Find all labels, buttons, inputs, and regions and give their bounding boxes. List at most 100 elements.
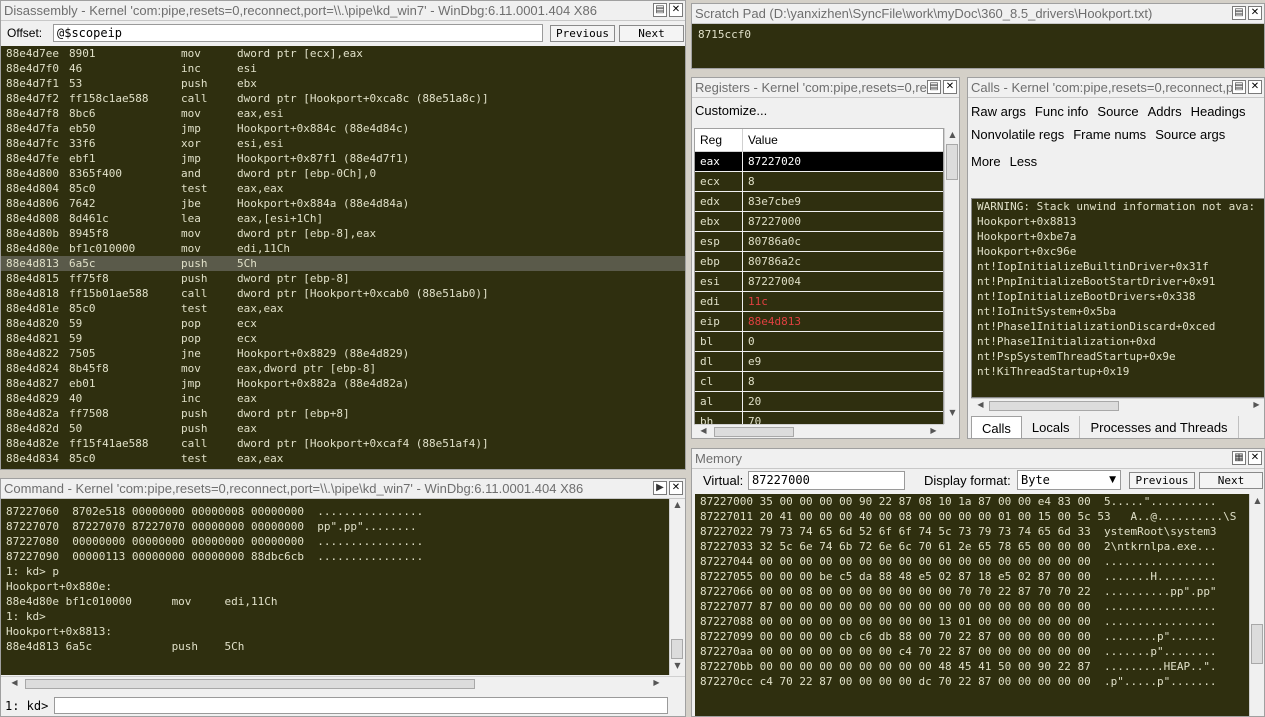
disassembly-titlebar[interactable]: Disassembly - Kernel 'com:pipe,resets=0,… — [1, 1, 685, 21]
command-hscrollbar[interactable]: ◀ ▶ — [1, 676, 685, 691]
memory-previous-button[interactable]: Previous — [1129, 472, 1195, 489]
memory-titlebar[interactable]: Memory ▦ ✕ — [692, 449, 1264, 469]
register-value[interactable]: e9 — [743, 352, 943, 371]
calls-hscrollbar[interactable]: ◀ ▶ — [971, 398, 1264, 413]
command-close-icon[interactable]: ✕ — [669, 481, 683, 495]
memory-vscroll-thumb[interactable] — [1251, 624, 1263, 664]
disasm-line[interactable]: 88e4d80b 8945f8 mov dword ptr [ebp-8],eax — [1, 226, 685, 241]
call-stack-frame[interactable]: nt!KiThreadStartup+0x19 — [972, 364, 1264, 379]
disasm-line[interactable]: 88e4d818 ff15b01ae588 call dword ptr [Hookp… — [1, 286, 685, 301]
col-value-header[interactable]: Value — [743, 129, 943, 151]
registers-vscrollbar[interactable]: ▲ ▼ — [944, 128, 959, 424]
calls-option-nonvolatile-regs[interactable]: Nonvolatile regs — [971, 127, 1064, 142]
tab-calls[interactable]: Calls — [971, 416, 1022, 438]
scroll-up-icon[interactable]: ▲ — [1250, 496, 1264, 505]
register-row[interactable]: esi 87227004 — [695, 272, 943, 292]
calls-option-raw-args[interactable]: Raw args — [971, 104, 1026, 119]
scroll-left-icon[interactable]: ◀ — [7, 678, 22, 687]
call-stack-frame[interactable]: nt!IopInitializeBuiltinDriver+0x31f — [972, 259, 1264, 274]
calls-option-headings[interactable]: Headings — [1191, 104, 1246, 119]
scratch-close-icon[interactable]: ✕ — [1248, 6, 1262, 20]
disasm-line[interactable]: 88e4d81e 85c0 test eax,eax — [1, 301, 685, 316]
call-stack-list[interactable]: WARNING: Stack unwind information not av… — [971, 198, 1264, 398]
register-row[interactable]: esp 80786a0c — [695, 232, 943, 252]
calls-option-frame-nums[interactable]: Frame nums — [1073, 127, 1146, 142]
disasm-line[interactable]: 88e4d815 ff75f8 push dword ptr [ebp-8] — [1, 271, 685, 286]
register-row[interactable]: eip 88e4d813 — [695, 312, 943, 332]
registers-customize-button[interactable]: Customize... — [695, 103, 767, 118]
calls-option-func-info[interactable]: Func info — [1035, 104, 1088, 119]
disasm-line[interactable]: 88e4d800 8365f400 and dword ptr [ebp-0Ch],0 — [1, 166, 685, 181]
call-stack-frame[interactable]: nt!IoInitSystem+0x5ba — [972, 304, 1264, 319]
command-vscrollbar[interactable]: ▲ ▼ — [669, 499, 684, 675]
scratch-content[interactable]: 8715ccf0 — [692, 24, 1264, 68]
memory-dump[interactable]: 87227000 35 00 00 00 00 90 22 87 08 10 1… — [695, 494, 1249, 716]
scroll-right-icon[interactable]: ▶ — [649, 678, 664, 687]
command-input[interactable] — [54, 697, 668, 714]
register-value[interactable]: 8 — [743, 372, 943, 391]
disasm-line[interactable]: 88e4d827 eb01 jmp Hookport+0x882a (88e4d82a… — [1, 376, 685, 391]
disassembly-menu-icon[interactable]: ▤ — [653, 3, 667, 17]
register-value[interactable]: 87227020 — [743, 152, 943, 171]
registers-close-icon[interactable]: ✕ — [943, 80, 957, 94]
register-row[interactable]: edx 83e7cbe9 — [695, 192, 943, 212]
disasm-line[interactable]: 88e4d7f0 46 inc esi — [1, 61, 685, 76]
disasm-line[interactable]: 88e4d7f1 53 push ebx — [1, 76, 685, 91]
disasm-line[interactable]: 88e4d7fa eb50 jmp Hookport+0x884c (88e4d84c… — [1, 121, 685, 136]
scroll-left-icon[interactable]: ◀ — [973, 400, 988, 409]
disasm-line[interactable]: 88e4d82a ff7508 push dword ptr [ebp+8] — [1, 406, 685, 421]
register-value[interactable]: 80786a2c — [743, 252, 943, 271]
registers-hscroll-thumb[interactable] — [714, 427, 794, 437]
chevron-down-icon[interactable]: ▼ — [1109, 471, 1116, 489]
scratch-titlebar[interactable]: Scratch Pad (D:\yanxizhen\SyncFile\work\… — [692, 4, 1264, 24]
calls-option-more[interactable]: More — [971, 154, 1001, 169]
call-stack-frame[interactable]: nt!Phase1Initialization+0xd — [972, 334, 1264, 349]
register-value[interactable]: 88e4d813 — [743, 312, 943, 331]
calls-hscroll-thumb[interactable] — [989, 401, 1119, 411]
register-row[interactable]: edi 11c — [695, 292, 943, 312]
memory-next-button[interactable]: Next — [1199, 472, 1263, 489]
call-stack-frame[interactable]: nt!Phase1InitializationDiscard+0xced — [972, 319, 1264, 334]
registers-titlebar[interactable]: Registers - Kernel 'com:pipe,resets=0,re… — [692, 78, 959, 98]
call-stack-frame[interactable]: Hookport+0xc96e — [972, 244, 1264, 259]
register-row[interactable]: eax 87227020 — [695, 152, 943, 172]
disassembly-close-icon[interactable]: ✕ — [669, 3, 683, 17]
scroll-down-icon[interactable]: ▼ — [670, 661, 685, 670]
scroll-up-icon[interactable]: ▲ — [945, 130, 959, 139]
disasm-line[interactable]: 88e4d829 40 inc eax — [1, 391, 685, 406]
disasm-line[interactable]: 88e4d808 8d461c lea eax,[esi+1Ch] — [1, 211, 685, 226]
scroll-down-icon[interactable]: ▼ — [945, 408, 959, 417]
memory-vscrollbar[interactable]: ▲ — [1249, 494, 1264, 716]
calls-close-icon[interactable]: ✕ — [1248, 80, 1262, 94]
registers-hscrollbar[interactable]: ◀ ▶ — [694, 424, 944, 438]
register-row[interactable]: bh 70 — [695, 412, 943, 424]
scroll-up-icon[interactable]: ▲ — [670, 500, 685, 509]
disasm-line[interactable]: 88e4d82d 50 push eax — [1, 421, 685, 436]
disasm-line[interactable]: 88e4d813 6a5c push 5Ch — [1, 256, 685, 271]
offset-input[interactable]: @$scopeip — [53, 24, 543, 42]
calls-menu-icon[interactable]: ▤ — [1232, 80, 1246, 94]
register-row[interactable]: ebx 87227000 — [695, 212, 943, 232]
register-value[interactable]: 70 — [743, 412, 943, 424]
col-reg-header[interactable]: Reg — [695, 129, 743, 151]
calls-option-less[interactable]: Less — [1010, 154, 1037, 169]
register-row[interactable]: dl e9 — [695, 352, 943, 372]
register-value[interactable]: 87227004 — [743, 272, 943, 291]
calls-option-source-args[interactable]: Source args — [1155, 127, 1225, 142]
disassembly-next-button[interactable]: Next — [619, 25, 684, 42]
register-row[interactable]: bl 0 — [695, 332, 943, 352]
scroll-left-icon[interactable]: ◀ — [696, 426, 711, 435]
disasm-line[interactable]: 88e4d804 85c0 test eax,eax — [1, 181, 685, 196]
register-row[interactable]: al 20 — [695, 392, 943, 412]
register-row[interactable]: cl 8 — [695, 372, 943, 392]
disassembly-listing[interactable]: 88e4d7ee 8901 mov dword ptr [ecx],eax 88e4d7… — [1, 46, 685, 469]
tab-processes-and-threads[interactable]: Processes and Threads — [1080, 416, 1239, 438]
registers-menu-icon[interactable]: ▤ — [927, 80, 941, 94]
tab-locals[interactable]: Locals — [1022, 416, 1081, 438]
command-prompt-icon[interactable]: ▶ — [653, 481, 667, 495]
register-value[interactable]: 11c — [743, 292, 943, 311]
register-value[interactable]: 83e7cbe9 — [743, 192, 943, 211]
disasm-line[interactable]: 88e4d806 7642 jbe Hookport+0x884a (88e4d84a… — [1, 196, 685, 211]
scratch-menu-icon[interactable]: ▤ — [1232, 6, 1246, 20]
command-titlebar[interactable]: Command - Kernel 'com:pipe,resets=0,reco… — [1, 479, 685, 499]
